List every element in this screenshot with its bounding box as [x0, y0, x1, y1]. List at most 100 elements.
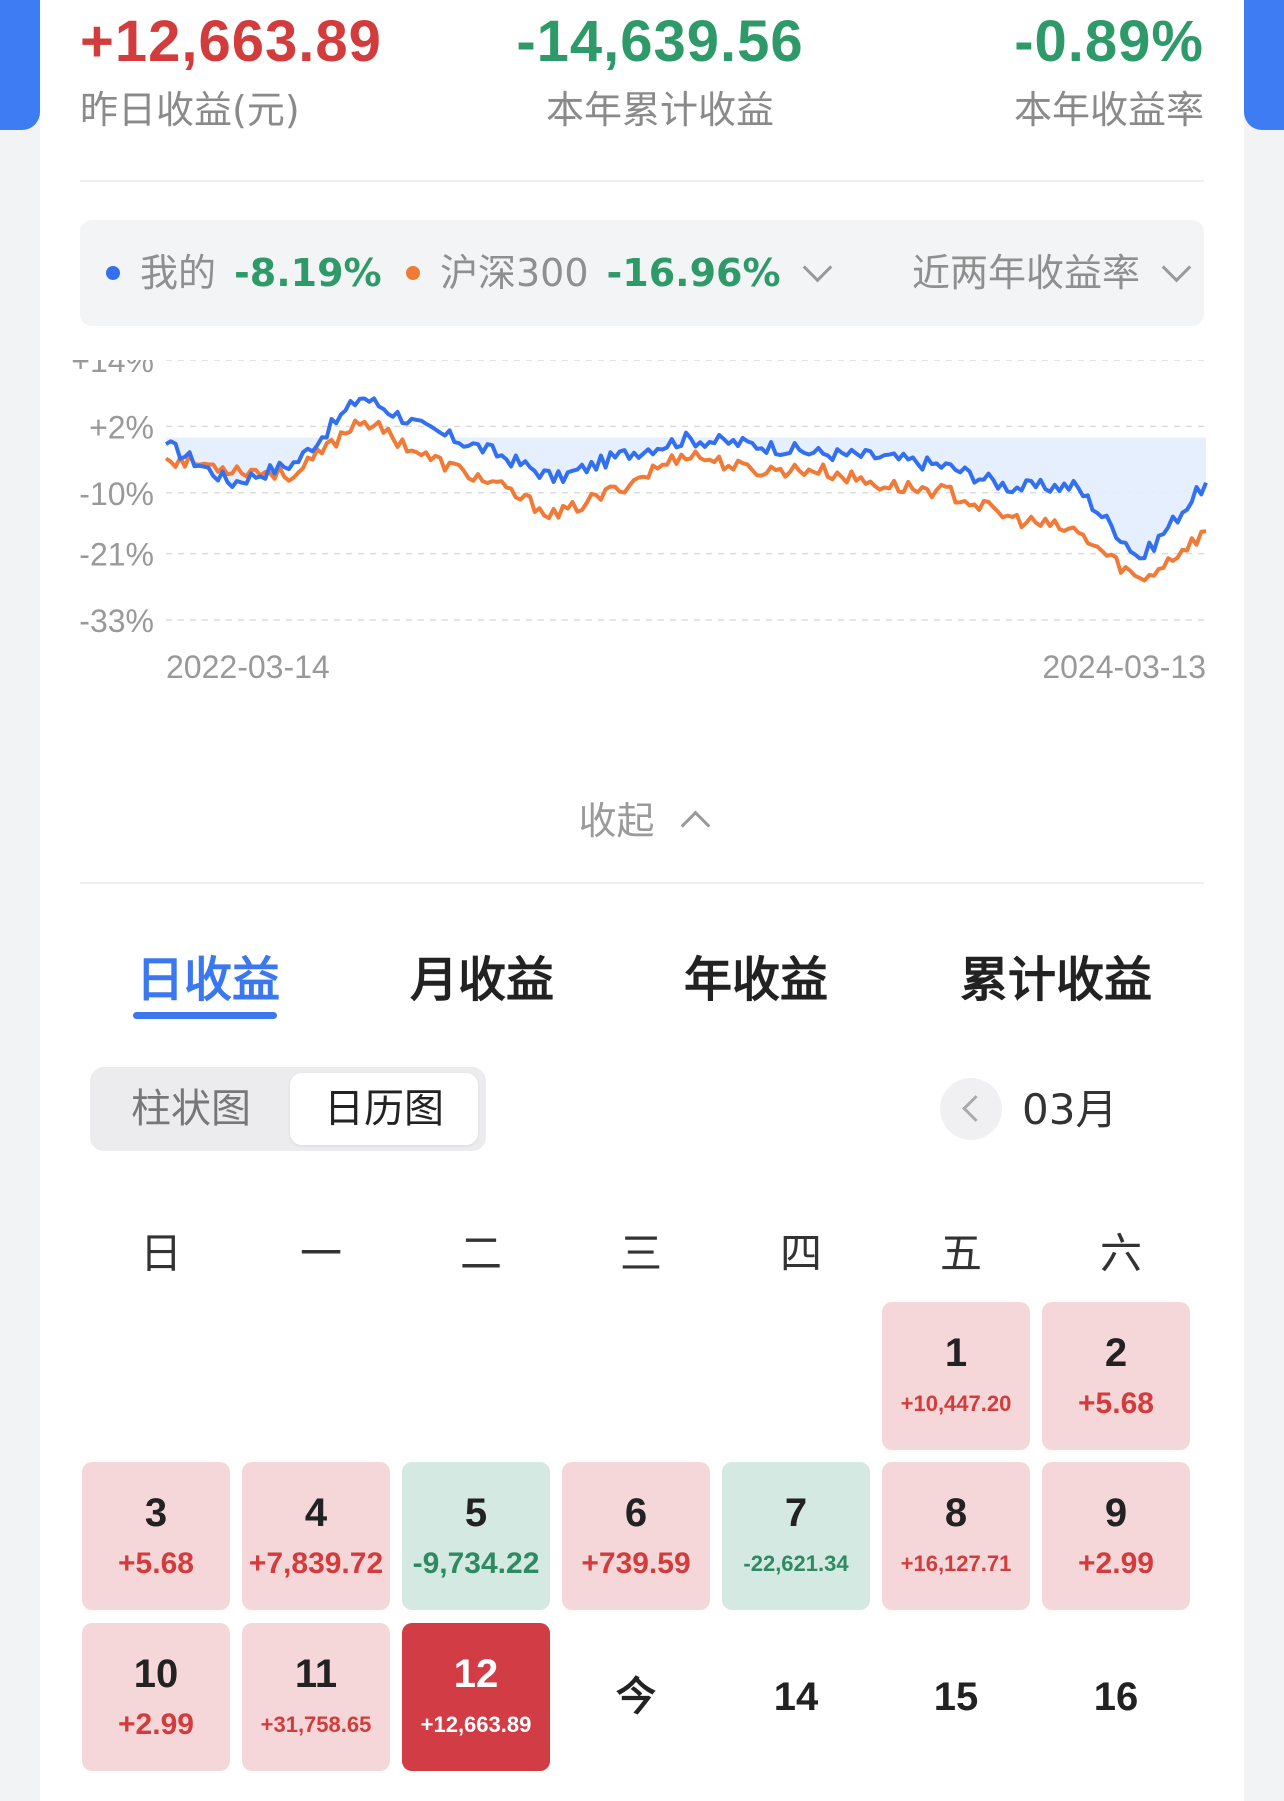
calendar-day[interactable]: 10 +2.99 — [82, 1623, 230, 1771]
background-accent-right — [1244, 0, 1284, 130]
calendar-day-number: 1 — [944, 1331, 968, 1375]
chevron-down-icon — [802, 252, 832, 283]
chart-legend: 我的 -8.19% 沪深300 -16.96% 近两年收益率 — [80, 220, 1204, 326]
weekday-thu: 四 — [779, 1229, 822, 1278]
y-tick-label: +2% — [89, 409, 154, 445]
benchmark-selector[interactable]: 沪深300 -16.96% — [406, 220, 832, 326]
collapse-label: 收起 — [578, 799, 655, 843]
calendar-day-amount: +2.99 — [1078, 1547, 1154, 1580]
legend-mine-pct: -8.19% — [234, 251, 382, 295]
calendar-day[interactable]: 1 +10,447.20 — [882, 1302, 1030, 1450]
calendar-day-number: 8 — [944, 1491, 968, 1535]
calendar-day-number: 7 — [784, 1491, 808, 1535]
calendar-day-number: 5 — [464, 1491, 488, 1535]
calendar-day[interactable]: 14 — [722, 1623, 870, 1771]
legend-bench-dot — [406, 265, 420, 280]
calendar-day-number: 15 — [933, 1675, 979, 1719]
view-calendar[interactable]: 日历图 — [290, 1073, 478, 1145]
calendar-day-amount: +739.59 — [581, 1547, 691, 1580]
tab-cumulative[interactable]: 累计收益 — [960, 940, 1152, 1010]
stat-yesterday-label: 昨日收益(元) — [80, 88, 300, 132]
tab-active-indicator — [133, 1012, 277, 1019]
calendar-day-number: 今 — [616, 1675, 656, 1719]
view-toggle: 柱状图 日历图 — [90, 1067, 486, 1151]
weekday-wed: 三 — [619, 1229, 662, 1278]
calendar-day[interactable]: 3 +5.68 — [82, 1462, 230, 1610]
tab-yearly[interactable]: 年收益 — [684, 940, 828, 1010]
calendar-day[interactable]: 2 +5.68 — [1042, 1302, 1190, 1450]
calendar-day-amount: +10,447.20 — [900, 1391, 1012, 1416]
calendar-day[interactable]: 7 -22,621.34 — [722, 1462, 870, 1610]
legend-mine: 我的 -8.19% — [106, 220, 382, 326]
stat-year-total: -14,639.56 本年累计收益 — [460, 6, 860, 140]
y-tick-label: -21% — [79, 537, 154, 573]
calendar-day[interactable]: 16 — [1042, 1623, 1190, 1771]
stat-yesterday: +12,663.89 昨日收益(元) — [80, 6, 382, 140]
calendar-day-amount: -22,621.34 — [743, 1551, 849, 1576]
legend-mine-label: 我的 — [140, 251, 217, 295]
calendar-day-amount: +31,758.65 — [260, 1712, 372, 1737]
calendar-day-amount: +12,663.89 — [420, 1712, 532, 1737]
x-tick-label: 2022-03-14 — [166, 649, 330, 685]
divider — [80, 882, 1204, 884]
legend-mine-dot — [106, 265, 120, 280]
stat-yesterday-value: +12,663.89 — [80, 9, 382, 74]
legend-bench-label: 沪深300 — [440, 251, 589, 295]
calendar-day[interactable]: 5 -9,734.22 — [402, 1462, 550, 1610]
calendar-day-amount: -9,734.22 — [412, 1547, 540, 1580]
weekday-mon: 一 — [299, 1229, 342, 1278]
y-tick-label: -10% — [79, 476, 154, 512]
view-bar-chart[interactable]: 柱状图 — [98, 1073, 284, 1145]
y-tick-label: +14% — [71, 360, 154, 379]
calendar-day-amount: +2.99 — [118, 1708, 194, 1741]
x-tick-label: 2024-03-13 — [1042, 649, 1206, 685]
period-selector[interactable]: 近两年收益率 — [912, 220, 1192, 326]
tab-monthly[interactable]: 月收益 — [410, 940, 554, 1010]
calendar-day[interactable]: 15 — [882, 1623, 1030, 1771]
tab-daily[interactable]: 日收益 — [136, 940, 280, 1010]
calendar-day[interactable]: 12 +12,663.89 — [402, 1623, 550, 1771]
y-tick-label: -33% — [79, 603, 154, 639]
chart-area-fill — [166, 437, 1206, 559]
period-label: 近两年收益率 — [912, 251, 1141, 295]
collapse-button[interactable]: 收起 — [40, 790, 1244, 845]
stat-year-total-value: -14,639.56 — [516, 9, 804, 74]
stat-year-total-label: 本年累计收益 — [545, 88, 774, 132]
month-label: 03月 — [1022, 1085, 1118, 1134]
calendar-day-amount: +16,127.71 — [900, 1551, 1012, 1576]
calendar-day-number: 10 — [133, 1652, 179, 1696]
calendar-day-number: 11 — [294, 1652, 338, 1696]
stats-summary: +12,663.89 昨日收益(元) -14,639.56 本年累计收益 -0.… — [40, 0, 1244, 180]
returns-chart: +14% +2% -10% -21% -33% 2022-03-14 2024-03-13 — [40, 343, 1244, 760]
stat-year-rate: -0.89% 本年收益率 — [1014, 6, 1204, 140]
calendar-day[interactable]: 11 +31,758.65 — [242, 1623, 390, 1771]
weekday-sun: 日 — [139, 1229, 182, 1278]
chevron-up-icon — [680, 810, 710, 841]
prev-month-button[interactable] — [940, 1078, 1002, 1140]
calendar-day-number: 3 — [144, 1491, 168, 1535]
divider — [80, 180, 1204, 182]
calendar-day[interactable]: 6 +739.59 — [562, 1462, 710, 1610]
calendar-day-number: 12 — [453, 1652, 499, 1696]
background-accent-left — [0, 0, 40, 130]
calendar-day[interactable]: 9 +2.99 — [1042, 1462, 1190, 1610]
calendar-day-number: 9 — [1104, 1491, 1128, 1535]
weekday-sat: 六 — [1099, 1229, 1142, 1278]
legend-bench-pct: -16.96% — [606, 251, 781, 295]
calendar-day-number: 4 — [304, 1491, 328, 1535]
calendar-day-amount: +5.68 — [118, 1547, 194, 1580]
calendar-day[interactable]: 8 +16,127.71 — [882, 1462, 1030, 1610]
calendar-day-number: 16 — [1093, 1675, 1139, 1719]
calendar-day[interactable]: 4 +7,839.72 — [242, 1462, 390, 1610]
stat-year-rate-label: 本年收益率 — [1013, 88, 1204, 132]
weekday-fri: 五 — [939, 1229, 982, 1278]
calendar-day-amount: +7,839.72 — [248, 1547, 384, 1580]
calendar-day-number: 14 — [773, 1675, 819, 1719]
calendar-day-number: 6 — [624, 1491, 648, 1535]
weekday-tue: 二 — [459, 1229, 502, 1278]
chevron-down-icon — [1161, 252, 1192, 283]
stat-year-rate-value: -0.89% — [1014, 9, 1204, 74]
calendar-day-number: 2 — [1104, 1331, 1128, 1375]
returns-chart-svg: +14% +2% -10% -21% -33% 2022-03-14 2024-03-13 — [71, 343, 1208, 685]
calendar-day[interactable]: 今 — [562, 1623, 710, 1771]
